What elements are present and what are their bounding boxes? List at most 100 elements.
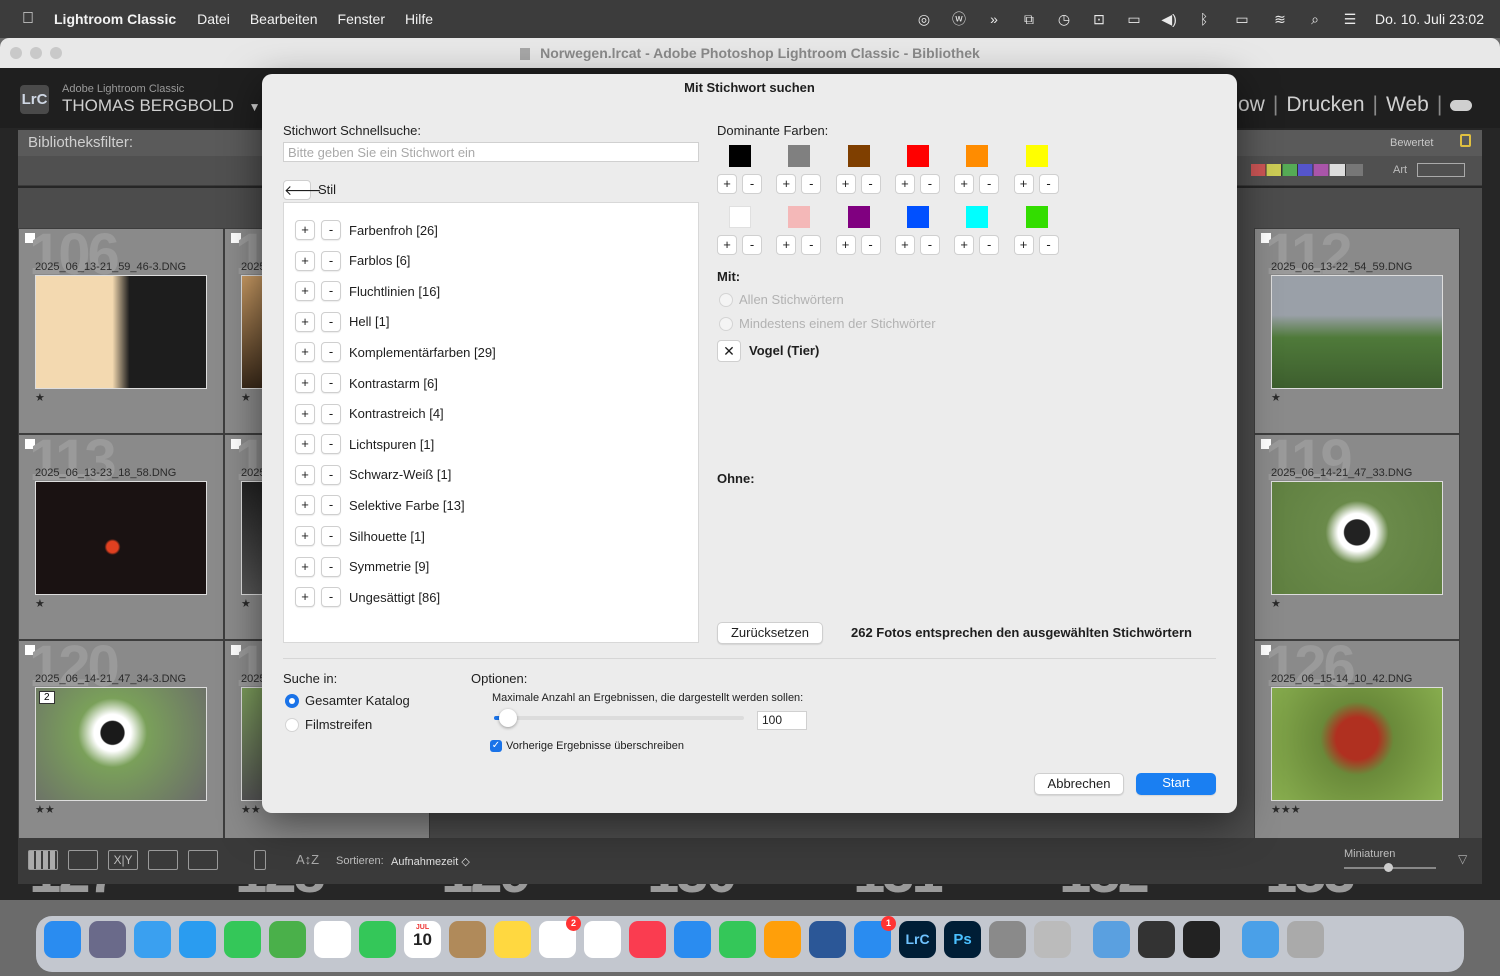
include-keyword-button[interactable]: + — [295, 526, 315, 546]
remove-keyword-button[interactable]: ✕ — [717, 340, 741, 362]
dock-app-icon[interactable] — [989, 921, 1026, 958]
include-color-button[interactable]: + — [776, 174, 797, 194]
dock-app-icon[interactable] — [44, 921, 81, 958]
start-button[interactable]: Start — [1136, 773, 1216, 795]
dock-app-icon[interactable]: JUL 10 — [404, 921, 441, 958]
include-color-button[interactable]: + — [835, 235, 856, 255]
lock-icon[interactable] — [1460, 134, 1471, 147]
dock-app-icon[interactable] — [629, 921, 666, 958]
grid-cell[interactable]: 126 2025_06_15-14_10_42.DNG ★★★ — [1254, 634, 1460, 846]
dock-app-icon[interactable] — [809, 921, 846, 958]
include-keyword-button[interactable]: + — [295, 311, 315, 332]
compare-view-button[interactable]: X|Y — [108, 850, 138, 870]
exclude-keyword-button[interactable]: - — [321, 220, 341, 240]
grid-cell[interactable]: 113 2025_06_13-23_18_58.DNG ★ — [18, 428, 224, 640]
dock-app-icon[interactable] — [584, 921, 621, 958]
rated-label[interactable]: Bewertet — [1390, 130, 1433, 156]
star-rating[interactable]: ★★★ — [1271, 803, 1301, 816]
dock-app-icon[interactable] — [179, 921, 216, 958]
dock-app-icon[interactable] — [1034, 921, 1071, 958]
module-print[interactable]: Drucken — [1286, 93, 1364, 116]
menu-hilfe[interactable]: Hilfe — [405, 11, 433, 27]
star-rating[interactable]: ★★ — [241, 803, 261, 816]
sort-select[interactable]: Aufnahmezeit ◇ — [391, 855, 470, 868]
exclude-keyword-button[interactable]: - — [321, 281, 341, 302]
dock-app-icon[interactable] — [1287, 921, 1324, 958]
dock-app-icon[interactable] — [494, 921, 531, 958]
grid-view-button[interactable] — [28, 850, 58, 870]
exclude-color-button[interactable]: - — [742, 235, 762, 255]
cloud-icon[interactable] — [1450, 99, 1473, 111]
spray-can-icon[interactable] — [254, 850, 266, 870]
back-button[interactable]: 🡐 — [283, 180, 322, 200]
exclude-keyword-button[interactable]: - — [321, 526, 341, 546]
include-keyword-button[interactable]: + — [295, 281, 315, 302]
dock-app-icon[interactable]: 2 — [539, 916, 581, 958]
dock-app-icon[interactable] — [359, 921, 396, 958]
max-results-slider[interactable] — [494, 716, 744, 720]
dock-app-icon[interactable] — [719, 921, 756, 958]
exclude-keyword-button[interactable]: - — [321, 311, 341, 332]
dock-app-icon[interactable] — [1183, 921, 1220, 958]
dock-app-icon[interactable] — [674, 921, 711, 958]
max-results-input[interactable]: 100 — [757, 711, 807, 730]
windows-icon[interactable]: ⧉ — [1019, 11, 1039, 27]
photo-thumbnail[interactable] — [1271, 275, 1443, 389]
include-color-button[interactable]: + — [717, 235, 737, 255]
module-web[interactable]: Web — [1386, 93, 1429, 116]
toolbar-menu-chevron-icon[interactable]: ▽ — [1458, 852, 1467, 866]
include-keyword-button[interactable]: + — [295, 220, 315, 240]
exclude-color-button[interactable]: - — [919, 174, 940, 194]
exclude-keyword-button[interactable]: - — [321, 403, 341, 424]
exclude-keyword-button[interactable]: - — [321, 464, 341, 485]
exclude-color-button[interactable]: - — [742, 174, 762, 194]
slider-knob[interactable] — [1384, 863, 1393, 872]
radio-whole-catalog-label[interactable]: Gesamter Katalog — [305, 693, 410, 708]
loupe-view-button[interactable] — [68, 850, 98, 870]
control-center-icon[interactable]: ☰ — [1340, 11, 1360, 27]
photo-thumbnail[interactable] — [35, 275, 207, 389]
include-color-button[interactable]: + — [954, 174, 975, 194]
menubar-datetime[interactable]: Do. 10. Juli 23:02 — [1375, 11, 1484, 27]
bluetooth-icon[interactable]: ᛒ — [1194, 11, 1214, 27]
include-color-button[interactable]: + — [1013, 174, 1034, 194]
car-icon[interactable]: ⊡ — [1089, 11, 1109, 27]
exclude-keyword-button[interactable]: - — [321, 495, 341, 516]
include-keyword-button[interactable]: + — [295, 342, 315, 363]
creative-cloud-icon[interactable]: ◎ — [914, 11, 934, 27]
people-view-button[interactable] — [188, 850, 218, 870]
dock-app-icon[interactable] — [224, 921, 261, 958]
user-name[interactable]: THOMAS BERGBOLD ▼ — [62, 96, 261, 116]
menu-bearbeiten[interactable]: Bearbeiten — [250, 11, 318, 27]
include-keyword-button[interactable]: + — [295, 464, 315, 485]
grid-cell[interactable]: 119 2025_06_14-21_47_33.DNG ★ — [1254, 428, 1460, 640]
grid-cell[interactable]: 106 2025_06_13-21_59_46-3.DNG ★ — [18, 222, 224, 434]
star-rating[interactable]: ★ — [241, 597, 251, 610]
dock-app-icon[interactable]: 1 — [854, 916, 896, 958]
dock-app-icon[interactable] — [134, 921, 171, 958]
star-rating[interactable]: ★ — [1271, 597, 1281, 610]
w-status-icon[interactable]: ⓦ — [949, 11, 969, 27]
include-color-button[interactable]: + — [835, 174, 856, 194]
dock-app-icon[interactable]: Ps — [944, 921, 981, 958]
photo-thumbnail[interactable] — [35, 687, 207, 801]
exclude-color-button[interactable]: - — [1038, 174, 1059, 194]
include-keyword-button[interactable]: + — [295, 556, 315, 577]
exclude-color-button[interactable]: - — [801, 235, 822, 255]
exclude-color-button[interactable]: - — [801, 174, 822, 194]
grid-cell[interactable]: 112 2025_06_13-22_54_59.DNG ★ — [1254, 222, 1460, 434]
star-rating[interactable]: ★ — [1271, 391, 1281, 404]
exclude-color-button[interactable]: - — [979, 174, 1000, 194]
radio-filmstrip[interactable] — [285, 718, 299, 732]
include-keyword-button[interactable]: + — [295, 250, 315, 271]
menu-app-name[interactable]: Lightroom Classic — [54, 11, 176, 27]
dock-app-icon[interactable] — [764, 921, 801, 958]
star-rating[interactable]: ★ — [35, 391, 45, 404]
exclude-keyword-button[interactable]: - — [321, 373, 341, 393]
menu-datei[interactable]: Datei — [197, 11, 230, 27]
apple-icon[interactable]:  — [18, 11, 38, 27]
dock-app-icon[interactable] — [1138, 921, 1175, 958]
keyword-search-input[interactable] — [283, 142, 699, 162]
survey-view-button[interactable] — [148, 850, 178, 870]
exclude-color-button[interactable]: - — [860, 174, 881, 194]
